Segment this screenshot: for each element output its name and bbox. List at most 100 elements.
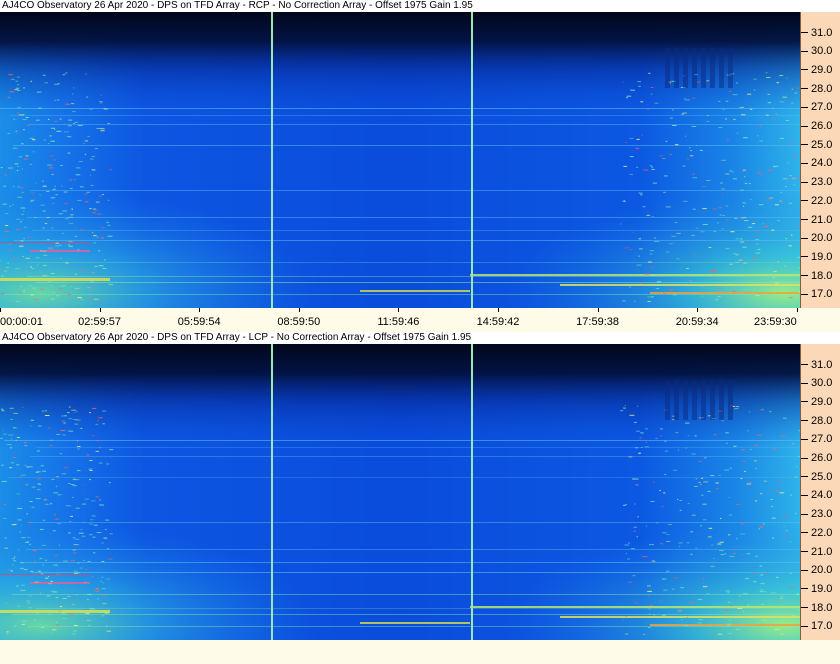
noise-speck: [684, 99, 690, 101]
noise-speck: [747, 93, 752, 95]
noise-speck: [18, 291, 22, 293]
noise-speck: [62, 74, 66, 76]
noise-speck: [86, 619, 91, 621]
noise-speck: [778, 481, 782, 483]
noise-speck: [65, 218, 69, 220]
noise-speck: [82, 484, 84, 486]
noise-speck: [672, 294, 677, 296]
time-cursor-line[interactable]: [471, 344, 473, 640]
noise-speck: [21, 168, 23, 170]
noise-speck: [13, 560, 17, 562]
noise-speck: [628, 456, 633, 458]
noise-speck: [729, 263, 733, 265]
noise-speck: [735, 238, 740, 240]
noise-speck: [622, 81, 625, 83]
noise-speck: [700, 525, 703, 527]
noise-speck: [691, 126, 697, 127]
noise-speck: [680, 587, 684, 589]
noise-speck: [677, 498, 679, 500]
noise-speck: [766, 572, 769, 573]
frequency-axis-lcp: 31.0 30.0 29.0 28.0 27.0 26.0 25.0 24.0 23.0 22.0…: [800, 344, 840, 640]
noise-speck: [650, 266, 655, 268]
noise-speck: [701, 295, 704, 297]
noise-speck: [30, 571, 34, 572]
noise-speck: [776, 576, 779, 578]
noise-speck: [722, 215, 725, 217]
noise-speck: [9, 91, 15, 93]
noise-speck: [95, 201, 100, 203]
noise-speck: [771, 505, 773, 507]
noise-speck: [74, 235, 77, 237]
frequency-tick: 21.0: [801, 214, 832, 226]
noise-speck: [747, 620, 749, 622]
noise-speck: [640, 447, 643, 448]
spectrum-artifact: [719, 48, 724, 88]
interference-line: [7, 477, 800, 478]
noise-speck: [757, 172, 762, 174]
noise-speck: [59, 606, 62, 608]
noise-speck: [734, 546, 737, 548]
noise-speck: [37, 489, 41, 491]
noise-speck: [16, 170, 19, 171]
spectrum-artifact: [683, 380, 688, 420]
noise-speck: [49, 444, 53, 446]
noise-speck: [744, 470, 747, 472]
noise-speck: [741, 114, 746, 116]
noise-speck: [743, 289, 748, 290]
frequency-tick: 20.0: [801, 232, 832, 244]
noise-speck: [18, 156, 20, 158]
noise-speck: [102, 595, 108, 596]
noise-speck: [97, 213, 102, 215]
noise-speck: [0, 437, 3, 439]
spectrogram-rcp[interactable]: [0, 12, 800, 308]
noise-speck: [623, 200, 626, 202]
noise-speck: [85, 73, 87, 75]
noise-speck: [14, 556, 16, 558]
noise-speck: [760, 589, 764, 591]
time-cursor-line[interactable]: [271, 344, 273, 640]
noise-speck: [8, 74, 13, 76]
noise-speck: [622, 300, 626, 302]
tick-mark: [0, 308, 1, 312]
noise-speck: [90, 281, 95, 283]
noise-speck: [724, 609, 728, 611]
noise-speck: [706, 80, 710, 82]
time-cursor-line[interactable]: [471, 12, 473, 308]
noise-speck: [51, 479, 55, 480]
noise-speck: [89, 459, 93, 461]
noise-speck: [27, 236, 32, 238]
noise-speck: [1, 410, 5, 412]
noise-speck: [75, 507, 80, 509]
noise-speck: [52, 188, 56, 190]
frequency-tick-label: 17.0: [811, 288, 833, 301]
time-cursor-line[interactable]: [271, 12, 273, 308]
noise-speck: [40, 288, 44, 290]
noise-speck: [677, 610, 682, 612]
noise-speck: [629, 156, 634, 158]
noise-speck: [629, 137, 634, 139]
noise-speck: [736, 132, 739, 134]
noise-speck: [100, 237, 105, 239]
noise-speck: [63, 467, 69, 469]
noise-speck: [77, 297, 82, 298]
noise-speck: [25, 117, 29, 118]
noise-speck: [40, 204, 45, 206]
interference-line: [23, 562, 800, 563]
tick-mark: [801, 106, 808, 108]
spectrogram-lcp[interactable]: [0, 344, 800, 640]
noise-speck: [729, 555, 735, 557]
noise-speck: [24, 464, 27, 466]
noise-speck: [70, 214, 74, 216]
noise-speck: [772, 517, 774, 519]
noise-speck: [76, 411, 78, 413]
noise-speck: [3, 504, 6, 505]
noise-speck: [45, 577, 49, 579]
noise-speck: [736, 538, 738, 540]
noise-speck: [656, 522, 659, 524]
frequency-tick-label: 23.0: [811, 176, 833, 189]
noise-speck: [715, 299, 719, 301]
tick-mark: [801, 476, 808, 478]
noise-speck: [106, 578, 110, 580]
time-tick-label: 23:59:30: [753, 316, 797, 328]
noise-speck: [682, 165, 686, 167]
